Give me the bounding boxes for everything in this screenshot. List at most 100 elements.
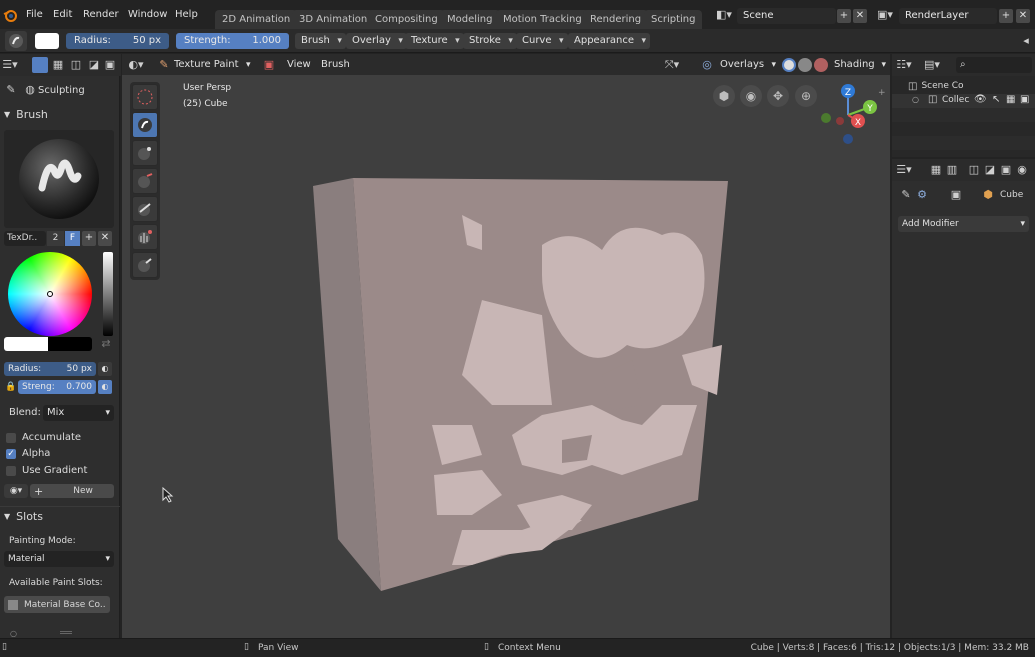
display-mode-icon[interactable]: ▤▾ — [924, 57, 940, 73]
smear-tool-icon[interactable] — [132, 168, 158, 194]
curve-menu[interactable]: Curve — [516, 33, 568, 49]
world-properties-tab-icon[interactable]: ▣ — [998, 162, 1014, 178]
view-menu[interactable]: View — [285, 56, 313, 74]
properties-editor-icon[interactable]: ☰▾ — [896, 162, 912, 178]
menu-render[interactable]: Render — [81, 6, 121, 24]
3d-viewport[interactable]: User Persp (25) Cube ⬢ ◉ ✥ ⊕ Z Y X — [122, 75, 890, 638]
panel-radius-slider[interactable]: Radius: 50 px — [4, 362, 96, 376]
painting-mode-dropdown[interactable]: Material — [4, 551, 114, 567]
color-wheel-cursor[interactable] — [47, 291, 53, 297]
panel-strength-slider[interactable]: Streng: 0.700 — [18, 380, 96, 394]
delete-render-layer-icon[interactable]: ✕ — [1016, 9, 1030, 23]
radius-pressure-icon[interactable]: ◐ — [98, 362, 112, 376]
output-properties-tab-icon[interactable]: ◫ — [966, 162, 982, 178]
tab-3d-animation[interactable]: 3D Animation — [292, 10, 375, 29]
tab-scripting[interactable]: Scripting — [644, 10, 703, 29]
clone-tool-icon[interactable] — [132, 196, 158, 222]
use-gradient-checkbox-row[interactable]: Use Gradient — [6, 465, 87, 476]
toggle-camera-view-icon[interactable]: ⬢ — [713, 85, 735, 107]
blend-dropdown[interactable]: Mix — [43, 405, 114, 421]
draw-brush-tool-icon[interactable] — [132, 112, 158, 138]
mask-toggle-icon[interactable]: ▣ — [261, 57, 277, 73]
cube-mesh[interactable] — [122, 75, 890, 638]
shading-material-icon[interactable] — [798, 58, 812, 72]
texture-browse-icon[interactable]: ◉▾ — [4, 484, 28, 498]
pin-icon[interactable]: ✎ — [898, 187, 914, 203]
brush-users-count[interactable]: 2 — [47, 231, 64, 246]
new-texture-button[interactable]: + New — [30, 484, 114, 498]
value-slider[interactable] — [103, 252, 113, 336]
menu-window[interactable]: Window — [126, 6, 169, 24]
outliner-collection-row[interactable]: ○ ◫ Collec 👁 ↖ ▦ ▣ — [892, 94, 1035, 108]
view-layer-tab-icon[interactable]: ▦ — [50, 57, 66, 73]
outliner-editor-icon[interactable]: ☷▾ — [896, 57, 912, 73]
strength-pressure-icon[interactable]: ◐ — [98, 380, 112, 394]
list-resize-dot-icon[interactable]: ○ — [10, 629, 17, 638]
swap-colors-icon[interactable]: ⇄ — [98, 336, 114, 352]
brush-viewport-menu[interactable]: Brush — [319, 56, 352, 74]
expand-dot-icon[interactable]: ○ — [912, 95, 919, 104]
appearance-menu[interactable]: Appearance — [568, 33, 651, 49]
radius-slider[interactable]: Radius: 50 px — [66, 33, 169, 49]
visibility-eye-icon[interactable]: 👁 — [974, 94, 987, 105]
tool-header-scroll-icon[interactable]: ◂ — [1018, 33, 1034, 49]
brush-menu[interactable]: Brush — [295, 33, 346, 49]
brush-name-field[interactable]: TexDr.. — [4, 231, 46, 246]
accumulate-checkbox[interactable] — [6, 432, 16, 443]
shading-dropdown[interactable]: Shading ▾ — [834, 57, 886, 73]
primary-color-swatch[interactable] — [4, 337, 48, 351]
render-layer-field[interactable]: RenderLayer — [899, 8, 997, 24]
shading-solid-icon[interactable] — [782, 58, 796, 72]
tab-modeling[interactable]: Modeling — [440, 10, 500, 29]
menu-file[interactable]: File — [24, 6, 45, 24]
scene-selector-icon[interactable]: ◧▾ — [716, 7, 732, 23]
fake-user-toggle[interactable]: F — [65, 231, 80, 246]
world-tab-icon[interactable]: ◪ — [86, 57, 102, 73]
selectable-arrow-icon[interactable]: ↖ — [992, 94, 1000, 105]
object-properties-tab-icon[interactable]: ◉ — [1014, 162, 1030, 178]
overlays-icon[interactable]: ◎ — [699, 57, 715, 73]
sidebar-toggle-icon[interactable]: + — [878, 88, 886, 98]
menu-edit[interactable]: Edit — [51, 6, 74, 24]
hide-in-viewport-icon[interactable]: ▦ — [1006, 94, 1015, 105]
tool-tab-icon[interactable] — [32, 57, 48, 73]
axis-gizmo[interactable]: Z Y X — [814, 81, 878, 147]
tab-rendering[interactable]: Rendering — [583, 10, 649, 29]
shading-rendered-icon[interactable] — [814, 58, 828, 72]
camera-icon[interactable]: ◉ — [740, 85, 762, 107]
slots-panel-header[interactable]: ▼ Slots — [4, 508, 116, 524]
3d-viewport-editor-icon[interactable]: ◐▾ — [128, 57, 144, 73]
strength-slider[interactable]: Strength: 1.000 — [176, 33, 289, 49]
tool-properties-tab-icon[interactable]: ▦ — [928, 162, 944, 178]
alpha-checkbox[interactable]: ✓ — [6, 448, 16, 459]
tab-2d-animation[interactable]: 2D Animation — [215, 10, 298, 29]
render-layer-selector-icon[interactable]: ▣▾ — [877, 7, 893, 23]
brush-preview[interactable] — [4, 130, 114, 228]
outliner-search-input[interactable]: ⌕ — [956, 57, 1032, 73]
editor-type-icon[interactable]: ☰▾ — [2, 57, 18, 73]
secondary-color-swatch[interactable] — [48, 337, 92, 351]
add-modifier-dropdown[interactable]: Add Modifier — [898, 216, 1029, 232]
gizmo-toggle-icon[interactable]: ⤧▾ — [664, 57, 680, 73]
accumulate-checkbox-row[interactable]: Accumulate — [6, 432, 81, 443]
delete-scene-icon[interactable]: ✕ — [853, 9, 867, 23]
scene-properties-tab-icon[interactable]: ◪ — [982, 162, 998, 178]
tab-compositing[interactable]: Compositing — [368, 10, 445, 29]
delete-brush-icon[interactable]: ✕ — [98, 231, 112, 246]
tab-motion-tracking[interactable]: Motion Tracking — [496, 10, 589, 29]
blender-logo-icon[interactable] — [3, 8, 17, 22]
color-wheel[interactable] — [8, 252, 92, 336]
new-scene-icon[interactable]: + — [837, 9, 851, 23]
strength-lock-icon[interactable]: 🔒 — [3, 379, 19, 395]
overlay-menu[interactable]: Overlay — [346, 33, 407, 49]
brush-panel-header[interactable]: ▼ Brush — [4, 106, 116, 122]
soften-tool-icon[interactable] — [132, 140, 158, 166]
mask-tool-icon[interactable] — [132, 252, 158, 278]
paint-slot-item[interactable]: Material Base Co.. — [4, 596, 110, 613]
fill-tool-icon[interactable] — [132, 224, 158, 250]
alpha-checkbox-row[interactable]: ✓ Alpha — [6, 448, 50, 459]
menu-help[interactable]: Help — [173, 6, 200, 24]
new-render-layer-icon[interactable]: + — [999, 9, 1013, 23]
brush-color-swatch[interactable] — [35, 33, 59, 49]
render-camera-icon[interactable]: ▣ — [1020, 94, 1029, 105]
